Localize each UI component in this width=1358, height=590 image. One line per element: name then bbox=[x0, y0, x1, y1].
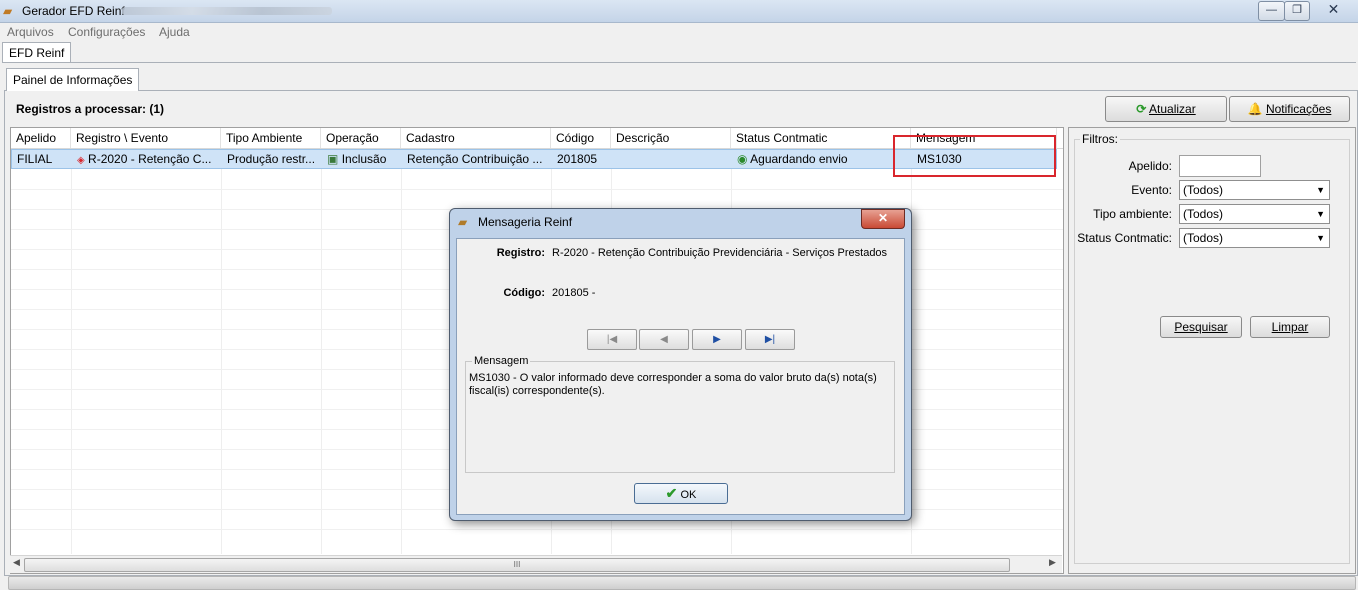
tipo-ambiente-select[interactable]: (Todos) ▼ bbox=[1179, 204, 1330, 224]
menu-bar: Arquivos Configurações Ajuda bbox=[0, 23, 1358, 41]
filters-legend: Filtros: bbox=[1082, 132, 1118, 146]
col-operacao[interactable]: Operação bbox=[321, 128, 401, 148]
apelido-label: Apelido: bbox=[1128, 159, 1172, 173]
checkmark-icon: ✔ bbox=[665, 485, 678, 501]
col-registro-evento[interactable]: Registro \ Evento bbox=[71, 128, 221, 148]
next-icon: ▶ bbox=[713, 334, 721, 345]
col-cadastro[interactable]: Cadastro bbox=[401, 128, 551, 148]
evento-label: Evento: bbox=[1131, 183, 1172, 197]
limpar-button[interactable]: Limpar bbox=[1250, 316, 1330, 338]
highlight-box bbox=[893, 135, 1056, 177]
col-tipo-ambiente[interactable]: Tipo Ambiente bbox=[221, 128, 321, 148]
last-record-button[interactable]: ▶| bbox=[745, 329, 795, 350]
folder-icon: ▰ bbox=[3, 4, 13, 18]
cell-tipo-ambiente: Produção restr... bbox=[227, 152, 316, 166]
status-contmatic-label: Status Contmatic: bbox=[1077, 231, 1172, 245]
title-bar: ▰ Gerador EFD Reinf — ❐ ✕ bbox=[0, 0, 1358, 23]
chevron-down-icon: ▼ bbox=[1316, 209, 1325, 219]
pesquisar-button[interactable]: Pesquisar bbox=[1160, 316, 1242, 338]
clock-icon: ◉ bbox=[737, 152, 748, 166]
cell-status: ◉ Aguardando envio bbox=[732, 150, 912, 168]
chevron-down-icon: ▼ bbox=[1316, 233, 1325, 243]
grid-line bbox=[221, 169, 222, 554]
maximize-button[interactable]: ❐ bbox=[1284, 1, 1310, 21]
col-codigo[interactable]: Código bbox=[551, 128, 611, 148]
bell-icon: 🔔 bbox=[1247, 102, 1263, 116]
atualizar-label: Atualizar bbox=[1149, 102, 1196, 116]
cell-codigo: 201805 bbox=[557, 152, 598, 166]
dialog-close-button[interactable]: ✕ bbox=[861, 209, 905, 229]
dialog-title: Mensageria Reinf bbox=[478, 215, 573, 229]
scroll-right-icon[interactable]: ▶ bbox=[1049, 557, 1056, 568]
menu-arquivos[interactable]: Arquivos bbox=[7, 25, 54, 39]
registro-value: R-2020 - Retenção Contribuição Previdenc… bbox=[552, 247, 888, 259]
notificacoes-label: Notificações bbox=[1265, 102, 1332, 116]
horizontal-scrollbar[interactable]: ◀ III ▶ bbox=[10, 555, 1062, 573]
cell-apelido: FILIAL bbox=[17, 152, 53, 166]
cell-status-text: Aguardando envio bbox=[750, 152, 848, 166]
grid-line bbox=[401, 169, 402, 554]
col-status-contmatic[interactable]: Status Contmatic bbox=[731, 128, 911, 148]
close-button[interactable]: ✕ bbox=[1311, 1, 1356, 19]
col-apelido[interactable]: Apelido bbox=[11, 128, 71, 148]
pesquisar-label: Pesquisar bbox=[1174, 320, 1228, 334]
cell-registro-text: R-2020 - Retenção C... bbox=[88, 152, 212, 166]
cell-descricao bbox=[612, 150, 732, 168]
scroll-thumb[interactable]: III bbox=[24, 558, 1010, 572]
document-add-icon: ▣ bbox=[327, 152, 339, 166]
registro-label: Registro: bbox=[496, 247, 545, 259]
previous-record-button[interactable]: ◀ bbox=[639, 329, 689, 350]
next-record-button[interactable]: ▶ bbox=[692, 329, 742, 350]
evento-select-value: (Todos) bbox=[1183, 183, 1224, 197]
cell-operacao-text: Inclusão bbox=[341, 152, 387, 166]
grid-line bbox=[321, 169, 322, 554]
grid-line bbox=[11, 529, 1063, 530]
status-bar bbox=[8, 576, 1356, 590]
grid-line bbox=[11, 189, 1063, 190]
tipo-ambiente-label: Tipo ambiente: bbox=[1093, 207, 1172, 221]
registros-count: Registros a processar: (1) bbox=[16, 102, 165, 116]
status-contmatic-select-value: (Todos) bbox=[1183, 231, 1224, 245]
atualizar-button[interactable]: ⟳ Atualizar bbox=[1105, 96, 1227, 122]
scroll-left-icon[interactable]: ◀ bbox=[13, 557, 20, 568]
error-icon: ◈ bbox=[77, 155, 85, 166]
previous-icon: ◀ bbox=[660, 334, 668, 345]
menu-configuracoes[interactable]: Configurações bbox=[68, 25, 145, 39]
evento-select[interactable]: (Todos) ▼ bbox=[1179, 180, 1330, 200]
tipo-ambiente-select-value: (Todos) bbox=[1183, 207, 1224, 221]
skip-first-icon: |◀ bbox=[606, 334, 618, 345]
limpar-label: Limpar bbox=[1271, 320, 1309, 334]
mensagem-legend: Mensagem bbox=[472, 355, 531, 367]
cell-operacao: ▣ Inclusão bbox=[322, 150, 402, 168]
grid-line bbox=[71, 169, 72, 554]
first-record-button[interactable]: |◀ bbox=[587, 329, 637, 350]
minimize-button[interactable]: — bbox=[1258, 1, 1285, 21]
codigo-value: 201805 - bbox=[552, 287, 596, 299]
notificacoes-button[interactable]: 🔔 Notificações bbox=[1229, 96, 1350, 122]
skip-last-icon: ▶| bbox=[764, 334, 776, 345]
codigo-label: Código: bbox=[503, 287, 545, 299]
tab-efd-reinf[interactable]: EFD Reinf bbox=[2, 42, 72, 63]
tab-painel-informacoes[interactable]: Painel de Informações bbox=[6, 68, 140, 91]
ok-button[interactable]: ✔ OK bbox=[634, 483, 728, 504]
chevron-down-icon: ▼ bbox=[1316, 185, 1325, 195]
refresh-icon: ⟳ bbox=[1136, 102, 1147, 116]
menu-ajuda[interactable]: Ajuda bbox=[159, 25, 190, 39]
folder-icon: ▰ bbox=[458, 215, 468, 229]
col-descricao[interactable]: Descrição bbox=[611, 128, 731, 148]
mensagem-box: Mensagem MS1030 - O valor informado deve… bbox=[465, 355, 895, 473]
cell-cadastro: Retenção Contribuição ... bbox=[407, 152, 543, 166]
apelido-input[interactable] bbox=[1179, 155, 1261, 177]
cell-registro: ◈ R-2020 - Retenção C... bbox=[72, 150, 222, 168]
ok-label: OK bbox=[680, 489, 697, 501]
title-blurred-text bbox=[122, 7, 332, 15]
mensagem-text: MS1030 - O valor informado deve correspo… bbox=[469, 372, 877, 397]
window-title: Gerador EFD Reinf bbox=[22, 4, 125, 18]
status-contmatic-select[interactable]: (Todos) ▼ bbox=[1179, 228, 1330, 248]
